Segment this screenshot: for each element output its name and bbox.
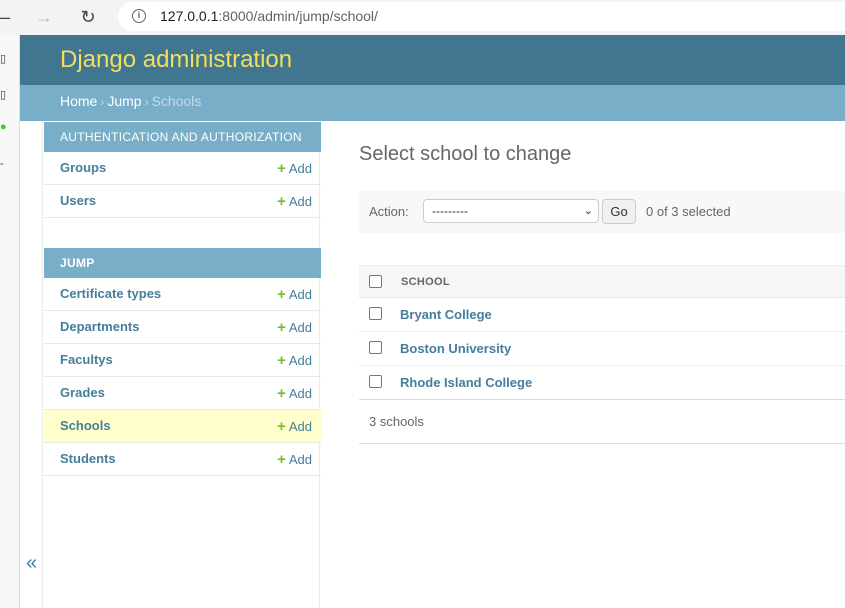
breadcrumb-app[interactable]: Jump	[107, 93, 141, 109]
actions-bar: Action: --------- ⌄ Go 0 of 3 selected	[359, 191, 845, 233]
plus-icon: +	[277, 418, 286, 435]
row-checkbox[interactable]	[369, 307, 382, 320]
admin-page: Django administration Home › Jump › Schools …	[20, 35, 845, 608]
sidebar-item-grades: Grades + Add	[44, 377, 321, 410]
sidebar-item-students: Students + Add	[44, 443, 321, 476]
tab-icon: ▯	[0, 53, 7, 65]
add-grades-link[interactable]: + Add	[277, 385, 312, 402]
browser-toolbar: – → ↻ i 127.0.0.1:8000/admin/jump/school…	[0, 0, 845, 35]
add-certificate-types-link[interactable]: + Add	[277, 286, 312, 303]
page-icon: ▯	[0, 89, 7, 101]
module-jump: JUMP Certificate types + Add Departments …	[44, 248, 321, 476]
forward-arrow-icon[interactable]: →	[33, 6, 55, 28]
url-text[interactable]: 127.0.0.1:8000/admin/jump/school/	[160, 8, 378, 24]
add-label: Add	[288, 419, 312, 434]
reload-icon[interactable]: ↻	[77, 6, 99, 28]
page-title: Select school to change	[359, 143, 572, 165]
left-strip: ▯ ▯ ● -	[0, 35, 20, 608]
plus-icon: +	[277, 193, 286, 210]
sidebar-item-schools: Schools + Add	[44, 410, 321, 443]
school-link[interactable]: Bryant College	[400, 307, 492, 322]
sidebar-item-departments: Departments + Add	[44, 311, 321, 344]
add-label: Add	[288, 287, 312, 302]
add-departments-link[interactable]: + Add	[277, 319, 312, 336]
plus-icon: +	[277, 385, 286, 402]
sidebar-link-departments[interactable]: Departments	[60, 319, 139, 334]
sidebar-link-groups[interactable]: Groups	[60, 160, 106, 175]
module-caption[interactable]: JUMP	[44, 248, 321, 278]
add-label: Add	[288, 452, 312, 467]
school-link[interactable]: Rhode Island College	[400, 375, 532, 390]
action-select[interactable]: --------- ⌄	[423, 199, 599, 223]
add-label: Add	[288, 194, 312, 209]
paginator: 3 schools	[359, 399, 845, 444]
add-groups-link[interactable]: + Add	[277, 160, 312, 177]
dash-icon: -	[0, 158, 4, 170]
breadcrumb-current: Schools	[151, 93, 202, 109]
url-host: 127.0.0.1	[160, 8, 219, 24]
sidebar-link-schools[interactable]: Schools	[60, 418, 111, 433]
breadcrumb-home[interactable]: Home	[60, 93, 97, 109]
add-users-link[interactable]: + Add	[277, 193, 312, 210]
breadcrumb-sep: ›	[100, 95, 105, 109]
site-brand[interactable]: Django administration	[60, 46, 292, 74]
column-header-school[interactable]: SCHOOL	[401, 276, 450, 288]
plus-icon: +	[277, 160, 286, 177]
table-row: Bryant College	[359, 298, 845, 332]
admin-header: Django administration	[20, 35, 845, 85]
sidebar-link-certificate-types[interactable]: Certificate types	[60, 286, 161, 301]
sidebar-link-facultys[interactable]: Facultys	[60, 352, 113, 367]
select-all-checkbox[interactable]	[369, 275, 382, 288]
add-facultys-link[interactable]: + Add	[277, 352, 312, 369]
table-row: Boston University	[359, 332, 845, 366]
sidebar-link-students[interactable]: Students	[60, 451, 116, 466]
add-schools-link[interactable]: + Add	[277, 418, 312, 435]
plus-icon: +	[277, 319, 286, 336]
add-label: Add	[288, 320, 312, 335]
add-students-link[interactable]: + Add	[277, 451, 312, 468]
action-label: Action:	[369, 204, 409, 219]
status-dot-icon: ●	[0, 121, 7, 133]
sidebar-item-certificate-types: Certificate types + Add	[44, 278, 321, 311]
add-label: Add	[288, 161, 312, 176]
info-icon[interactable]: i	[132, 9, 146, 23]
plus-icon: +	[277, 352, 286, 369]
add-label: Add	[288, 386, 312, 401]
chevron-down-icon: ⌄	[583, 205, 593, 217]
sidebar-item-groups: Groups + Add	[44, 152, 321, 185]
url-path: :8000/admin/jump/school/	[218, 8, 378, 24]
plus-icon: +	[277, 451, 286, 468]
module-caption[interactable]: AUTHENTICATION AND AUTHORIZATION	[44, 122, 321, 152]
row-checkbox[interactable]	[369, 341, 382, 354]
breadcrumb: Home › Jump › Schools	[20, 85, 845, 121]
sidebar-link-users[interactable]: Users	[60, 193, 96, 208]
plus-icon: +	[277, 286, 286, 303]
module-auth: AUTHENTICATION AND AUTHORIZATION Groups …	[44, 122, 321, 218]
collapse-sidebar-icon[interactable]: «	[26, 552, 37, 575]
sidebar-item-facultys: Facultys + Add	[44, 344, 321, 377]
breadcrumb-sep: ›	[144, 95, 149, 109]
menu-dash-icon[interactable]: –	[0, 6, 16, 28]
selected-count: 0 of 3 selected	[646, 204, 731, 219]
sidebar-item-users: Users + Add	[44, 185, 321, 218]
table-row: Rhode Island College	[359, 366, 845, 400]
school-link[interactable]: Boston University	[400, 341, 511, 356]
add-label: Add	[288, 353, 312, 368]
action-select-value: ---------	[432, 204, 468, 218]
row-checkbox[interactable]	[369, 375, 382, 388]
address-bar[interactable]: i 127.0.0.1:8000/admin/jump/school/	[118, 2, 845, 31]
table-header: SCHOOL	[359, 265, 845, 298]
result-count: 3 schools	[369, 414, 424, 429]
nav-sidebar: AUTHENTICATION AND AUTHORIZATION Groups …	[42, 121, 321, 608]
go-button[interactable]: Go	[602, 199, 636, 224]
sidebar-link-grades[interactable]: Grades	[60, 385, 105, 400]
